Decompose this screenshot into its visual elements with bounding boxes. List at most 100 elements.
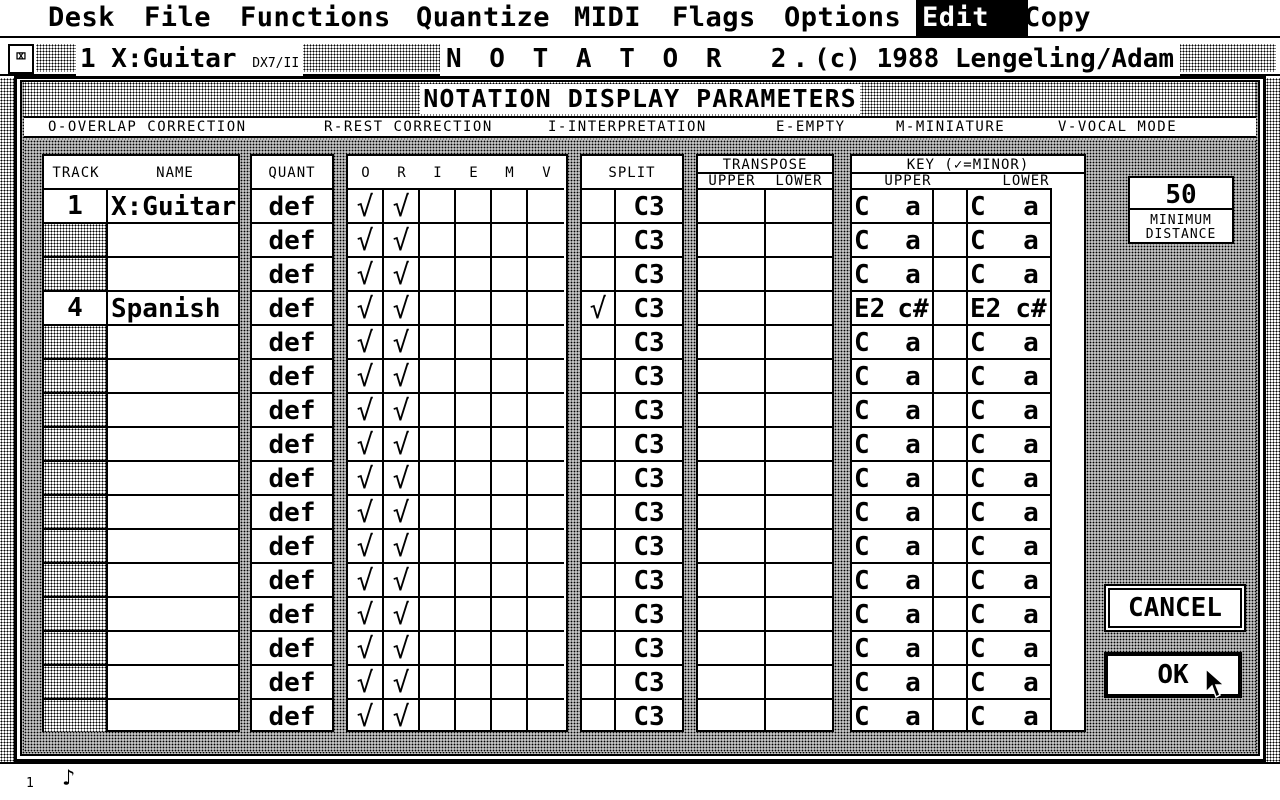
split-note-cell[interactable]: C3 [616,528,682,562]
track-number-cell[interactable] [44,256,108,290]
transpose-upper-cell[interactable] [698,698,766,732]
flag-m-cell[interactable] [492,528,528,562]
window-title-bar[interactable]: ⌧ 1 X:Guitar DX7/II N O T A T O R 2.0 (c… [0,40,1280,76]
flag-m-cell[interactable] [492,324,528,358]
flag-m-cell[interactable] [492,596,528,630]
flag-e-cell[interactable] [456,664,492,698]
key-upper-minor-cell[interactable]: a [894,528,934,562]
flag-v-cell[interactable] [528,324,564,358]
track-name-cell[interactable] [108,562,238,596]
flag-m-cell[interactable] [492,256,528,290]
key-upper-minor-cell[interactable]: a [894,188,934,222]
flag-r-cell[interactable]: √ [384,290,420,325]
split-note-cell[interactable]: C3 [616,256,682,290]
flag-m-cell[interactable] [492,290,528,324]
split-check-cell[interactable] [582,392,616,426]
track-name-cell[interactable] [108,392,238,426]
track-number-cell[interactable] [44,494,108,528]
key-lower-minor-cell[interactable]: a [1012,494,1052,528]
flag-e-cell[interactable] [456,256,492,290]
key-lower-note-cell[interactable]: C [968,698,1012,732]
quant-cell[interactable]: def [252,324,332,358]
key-lower-minor-cell[interactable]: a [1012,358,1052,392]
flag-r-cell[interactable]: √ [384,460,420,495]
transpose-lower-cell[interactable] [766,528,832,562]
flag-r-cell[interactable]: √ [384,630,420,665]
key-upper-note-cell[interactable]: C [852,528,894,562]
transpose-lower-cell[interactable] [766,358,832,392]
flag-i-cell[interactable] [420,664,456,698]
flag-o-cell[interactable]: √ [348,664,384,699]
split-check-cell[interactable] [582,494,616,528]
key-lower-minor-cell[interactable]: c# [1012,290,1052,324]
track-number-cell[interactable] [44,222,108,256]
flag-i-cell[interactable] [420,290,456,324]
flag-v-cell[interactable] [528,358,564,392]
track-name-cell[interactable] [108,324,238,358]
flag-o-cell[interactable]: √ [348,630,384,665]
key-lower-note-cell[interactable]: C [968,256,1012,290]
key-lower-minor-cell[interactable]: a [1012,596,1052,630]
flag-o-cell[interactable]: √ [348,528,384,563]
quant-cell[interactable]: def [252,290,332,324]
key-lower-note-cell[interactable]: C [968,426,1012,460]
key-upper-minor-cell[interactable]: a [894,460,934,494]
key-lower-note-cell[interactable]: C [968,460,1012,494]
key-upper-note-cell[interactable]: C [852,494,894,528]
split-note-cell[interactable]: C3 [616,596,682,630]
flag-m-cell[interactable] [492,460,528,494]
key-lower-minor-cell[interactable]: a [1012,392,1052,426]
transpose-lower-cell[interactable] [766,392,832,426]
key-upper-note-cell[interactable]: C [852,664,894,698]
split-check-cell[interactable] [582,596,616,630]
quant-cell[interactable]: def [252,222,332,256]
transpose-upper-cell[interactable] [698,324,766,358]
key-upper-minor-cell[interactable]: a [894,698,934,732]
split-check-cell[interactable] [582,528,616,562]
track-number-cell[interactable] [44,698,108,732]
flag-o-cell[interactable]: √ [348,324,384,359]
flag-i-cell[interactable] [420,358,456,392]
track-number-cell[interactable] [44,528,108,562]
flag-v-cell[interactable] [528,426,564,460]
key-lower-note-cell[interactable]: C [968,596,1012,630]
flag-o-cell[interactable]: √ [348,392,384,427]
flag-r-cell[interactable]: √ [384,494,420,529]
quant-cell[interactable]: def [252,596,332,630]
split-check-cell[interactable] [582,562,616,596]
split-check-cell[interactable] [582,460,616,494]
flag-i-cell[interactable] [420,426,456,460]
transpose-upper-cell[interactable] [698,290,766,324]
key-upper-minor-cell[interactable]: a [894,596,934,630]
key-upper-note-cell[interactable]: C [852,426,894,460]
key-lower-note-cell[interactable]: E2 [968,290,1012,324]
flag-o-cell[interactable]: √ [348,494,384,529]
flag-i-cell[interactable] [420,528,456,562]
flag-o-cell[interactable]: √ [348,358,384,393]
track-name-cell[interactable] [108,256,238,290]
transpose-upper-cell[interactable] [698,528,766,562]
transpose-upper-cell[interactable] [698,460,766,494]
key-upper-note-cell[interactable]: C [852,698,894,732]
flag-m-cell[interactable] [492,426,528,460]
flag-i-cell[interactable] [420,698,456,732]
key-lower-minor-cell[interactable]: a [1012,562,1052,596]
flag-v-cell[interactable] [528,290,564,324]
quant-cell[interactable]: def [252,698,332,732]
track-number-cell[interactable] [44,392,108,426]
key-upper-minor-cell[interactable]: a [894,392,934,426]
flag-v-cell[interactable] [528,460,564,494]
quant-cell[interactable]: def [252,188,332,222]
key-upper-note-cell[interactable]: C [852,630,894,664]
key-upper-note-cell[interactable]: C [852,324,894,358]
flag-o-cell[interactable]: √ [348,562,384,597]
track-name-cell[interactable] [108,358,238,392]
track-number-cell[interactable] [44,630,108,664]
key-lower-note-cell[interactable]: C [968,630,1012,664]
transpose-lower-cell[interactable] [766,256,832,290]
key-lower-note-cell[interactable]: C [968,358,1012,392]
track-number-cell[interactable] [44,324,108,358]
transpose-lower-cell[interactable] [766,630,832,664]
flag-o-cell[interactable]: √ [348,290,384,325]
flag-m-cell[interactable] [492,222,528,256]
